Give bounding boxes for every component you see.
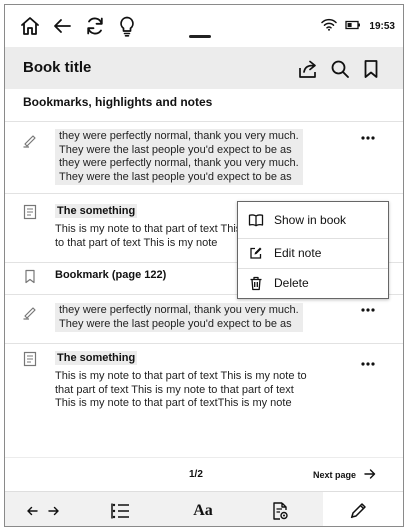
- highlight-line: they were perfectly normal, thank you ve…: [59, 304, 299, 316]
- menu-item-show-in-book[interactable]: Show in book: [238, 205, 388, 235]
- wifi-icon: [321, 18, 338, 34]
- bookmark-title[interactable]: Bookmark (page 122): [55, 269, 166, 281]
- highlight-line: They were the last people you'd expect t…: [59, 170, 292, 183]
- next-page-button[interactable]: Next page: [313, 467, 376, 483]
- highlight-line: they were perfectly normal, thank you ve…: [59, 157, 299, 169]
- menu-item-delete[interactable]: Delete: [238, 268, 388, 298]
- divider: [5, 121, 403, 122]
- section-heading: Bookmarks, highlights and notes: [23, 95, 213, 109]
- battery-icon: [345, 20, 361, 33]
- arrow-right-icon: [364, 469, 376, 481]
- highlighter-icon: [21, 303, 39, 321]
- menu-item-label: Delete: [274, 276, 309, 290]
- book-icon: [248, 212, 264, 228]
- next-page-label: Next page: [313, 470, 357, 480]
- note-line: that part of text This is my note to tha…: [55, 383, 294, 396]
- context-menu: Show in book Edit note Delete: [237, 201, 389, 299]
- highlight-line: They were the last people you'd expect t…: [59, 143, 292, 156]
- menu-item-label: Show in book: [274, 213, 347, 227]
- more-options-button[interactable]: [355, 302, 381, 318]
- bottom-toolbar: Aa: [5, 491, 403, 526]
- note-line: This is my note to that part of textThis…: [55, 397, 292, 409]
- menu-item-edit-note[interactable]: Edit note: [238, 238, 388, 268]
- status-indicators: 19:53: [321, 17, 395, 35]
- page-title: Book title: [23, 59, 92, 76]
- book-settings-icon[interactable]: [269, 500, 291, 522]
- home-icon[interactable]: [17, 13, 43, 39]
- lightbulb-icon[interactable]: [114, 13, 140, 39]
- table-of-contents-icon[interactable]: [109, 500, 133, 522]
- note-text: This is my note to that part of text Thi…: [55, 370, 307, 411]
- menu-item-label: Edit note: [274, 246, 322, 260]
- more-options-button[interactable]: [355, 130, 381, 146]
- note-title: The something: [55, 204, 138, 218]
- bookmark-icon: [21, 267, 39, 285]
- divider: [5, 193, 403, 194]
- note-icon: [21, 203, 39, 221]
- highlight-line: They were the last people you'd expect t…: [59, 317, 292, 330]
- pencil-icon[interactable]: [347, 500, 369, 522]
- highlight-text[interactable]: they were perfectly normal, thank you ve…: [55, 303, 303, 332]
- page-nav-arrows-icon[interactable]: [25, 500, 61, 522]
- back-arrow-icon[interactable]: [49, 13, 75, 39]
- edit-icon: [248, 245, 264, 261]
- divider: [5, 457, 403, 458]
- clock-time: 19:53: [369, 20, 395, 32]
- app-header: Book title: [5, 47, 403, 89]
- bookmark-icon[interactable]: [358, 56, 384, 82]
- note-line: This is my note to that part of text Thi…: [55, 370, 307, 382]
- highlighter-icon: [21, 131, 39, 149]
- pull-down-handle[interactable]: [189, 35, 211, 38]
- reader-screen: 19:53 Book title Bookmarks, highlights a…: [4, 4, 404, 527]
- search-icon[interactable]: [327, 56, 353, 82]
- note-icon: [21, 350, 39, 368]
- note-title: The something: [55, 351, 138, 365]
- sync-icon[interactable]: [82, 13, 108, 39]
- more-options-button[interactable]: [355, 356, 381, 372]
- status-bar: 19:53: [5, 5, 403, 47]
- highlight-text[interactable]: they were perfectly normal, thank you ve…: [55, 129, 303, 185]
- divider: [5, 343, 403, 344]
- page-indicator: 1/2: [189, 469, 203, 480]
- share-icon[interactable]: [295, 56, 321, 82]
- highlight-line: they were perfectly normal, thank you ve…: [59, 130, 299, 142]
- font-settings-icon[interactable]: Aa: [189, 500, 217, 522]
- trash-icon: [248, 275, 264, 291]
